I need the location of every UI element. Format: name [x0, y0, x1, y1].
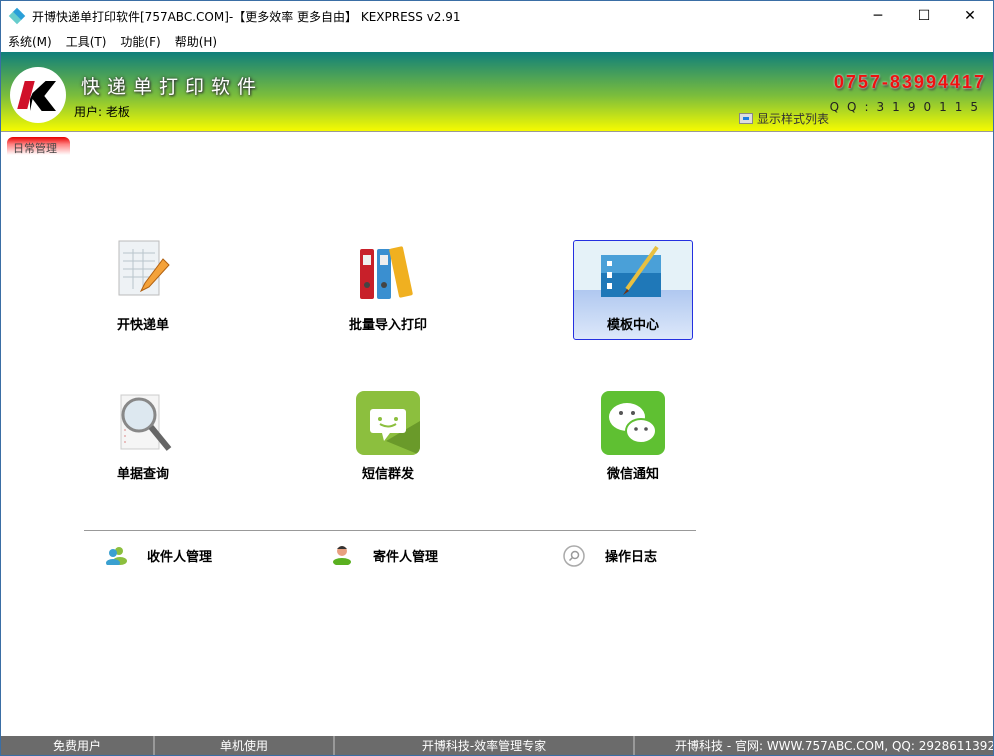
- tile-label: 批量导入打印: [348, 318, 427, 333]
- phone-number: 0757-83994417: [833, 72, 986, 92]
- link-recipient-management[interactable]: 收件人管理: [105, 545, 213, 567]
- logo: [10, 67, 66, 123]
- status-website: 开博科技 - 官网: WWW.757ABC.COM, QQ: 292861139…: [633, 736, 993, 755]
- wechat-icon: [601, 391, 665, 455]
- link-sender-management[interactable]: 寄件人管理: [331, 545, 439, 566]
- tab-daily-management[interactable]: 日常管理: [7, 137, 70, 155]
- magnifier-icon: [111, 391, 175, 455]
- users-icon: [105, 545, 127, 567]
- link-operation-log[interactable]: 操作日志: [563, 545, 658, 567]
- app-icon: [8, 7, 26, 25]
- user-icon: [331, 545, 353, 566]
- maximize-button[interactable]: ☐: [901, 1, 947, 31]
- status-mode: 单机使用: [153, 736, 333, 755]
- divider: [84, 530, 696, 531]
- status-user-type: 免费用户: [52, 739, 101, 753]
- menu-function[interactable]: 功能(F): [120, 33, 160, 50]
- form-edit-icon: [111, 237, 175, 301]
- tile-template-center[interactable]: 模板中心: [573, 240, 693, 340]
- menu-help[interactable]: 帮助(H): [175, 33, 217, 50]
- title-bar: 开博快递单打印软件[757ABC.COM]-【更多效率 更多自由】 KEXPRE…: [1, 1, 993, 31]
- header-banner: 快递单打印软件 用户: 老板 0757-83994417 QQ:3190115 …: [1, 52, 993, 132]
- binders-icon: [356, 237, 420, 301]
- tile-document-query[interactable]: 单据查询: [83, 390, 203, 490]
- tile-new-waybill[interactable]: 开快递单: [83, 236, 203, 336]
- status-slogan: 开博科技-效率管理专家: [333, 736, 633, 755]
- current-user: 用户: 老板: [74, 105, 130, 119]
- status-bar: 免费用户 单机使用 开博科技-效率管理专家 开博科技 - 官网: WWW.757…: [1, 736, 993, 755]
- menu-bar: 系统(M) 工具(T) 功能(F) 帮助(H): [1, 31, 231, 51]
- tile-label: 单据查询: [116, 467, 169, 482]
- list-style-label: 显示样式列表: [757, 112, 830, 126]
- tile-label: 微信通知: [606, 467, 659, 482]
- window-title: 开博快递单打印软件[757ABC.COM]-【更多效率 更多自由】 KEXPRE…: [32, 9, 461, 24]
- sms-icon: [356, 391, 420, 455]
- tile-label: 模板中心: [606, 318, 659, 333]
- template-icon: [601, 245, 665, 309]
- list-view-icon: [739, 113, 753, 124]
- menu-tools[interactable]: 工具(T): [66, 33, 107, 50]
- app-title: 快递单打印软件: [81, 76, 264, 98]
- link-label: 收件人管理: [147, 549, 213, 565]
- minimize-button[interactable]: ─: [855, 1, 901, 31]
- link-label: 寄件人管理: [373, 549, 439, 565]
- qq-number: QQ:3190115: [829, 100, 986, 114]
- list-style-toggle[interactable]: 显示样式列表: [739, 110, 829, 127]
- tile-label: 短信群发: [361, 467, 414, 482]
- menu-system[interactable]: 系统(M): [8, 33, 52, 50]
- tile-wechat-notify[interactable]: 微信通知: [573, 390, 693, 490]
- close-button[interactable]: ✕: [947, 1, 993, 31]
- tile-label: 开快递单: [116, 318, 169, 333]
- tile-sms-broadcast[interactable]: 短信群发: [328, 390, 448, 490]
- link-label: 操作日志: [605, 549, 658, 565]
- tile-batch-import-print[interactable]: 批量导入打印: [328, 236, 448, 336]
- log-search-icon: [563, 545, 585, 567]
